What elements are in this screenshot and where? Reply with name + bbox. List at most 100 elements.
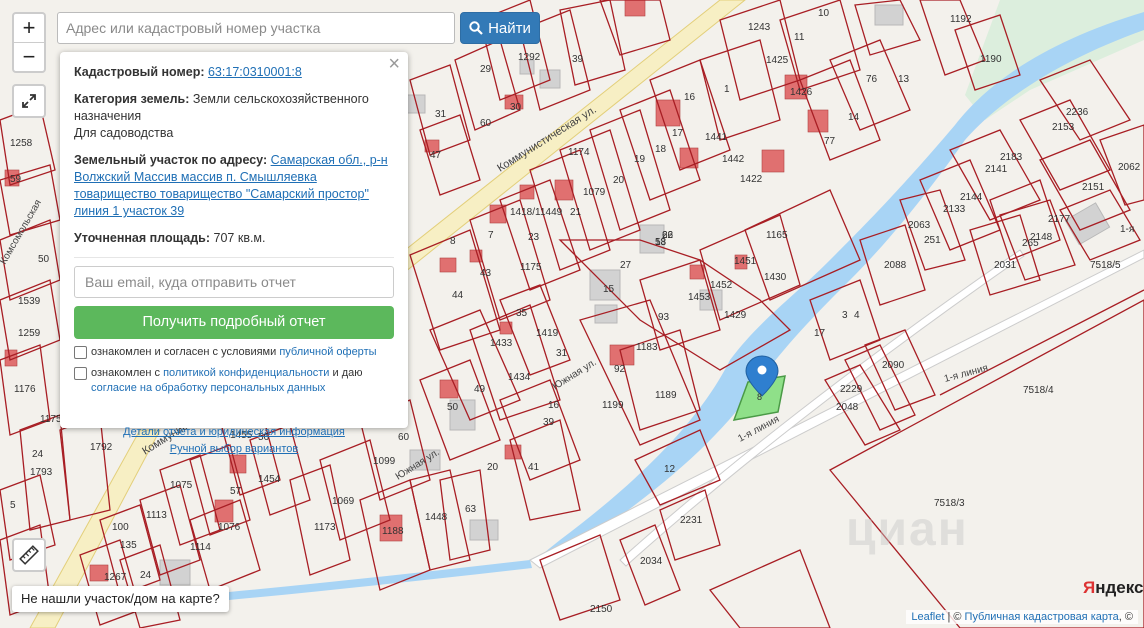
parcel-number-label: 1176 <box>14 384 36 395</box>
parcel-number-label: 43 <box>480 268 492 279</box>
area-value: 707 кв.м. <box>213 231 266 245</box>
parcel-number-label: 13 <box>898 74 910 85</box>
selected-parcel-label: 8 <box>757 392 762 402</box>
parcel-number-label: 1292 <box>518 52 541 63</box>
parcel-number-label: 1419 <box>536 328 559 339</box>
privacy-consent-checkbox[interactable] <box>74 367 87 380</box>
parcel-number-label: 14 <box>848 112 860 123</box>
parcel-number-label: 1076 <box>218 522 241 533</box>
parcel-number-label: 77 <box>824 136 836 147</box>
category-row: Категория земель: Земли сельскохозяйстве… <box>74 91 394 142</box>
parcel-number-label: 60 <box>398 432 410 443</box>
get-report-button[interactable]: Получить подробный отчет <box>74 306 394 339</box>
parcel-number-label: 1430 <box>764 272 787 283</box>
parcel-number-label: 7518/4 <box>1023 385 1054 396</box>
not-found-button[interactable]: Не нашли участок/дом на карте? <box>12 586 229 612</box>
parcel-number-label: 1165 <box>766 230 788 241</box>
parcel-number-label: 1793 <box>30 467 53 478</box>
parcel-number-label: 1259 <box>18 328 41 339</box>
parcel-number-label: 1429 <box>724 310 747 321</box>
email-field[interactable] <box>74 266 394 298</box>
cadastral-number-link[interactable]: 63:17:0310001:8 <box>208 65 302 79</box>
parcel-number-label: 5 <box>10 500 16 511</box>
parcel-number-label: 1113 <box>146 510 167 521</box>
parcel-number-label: 1188 <box>382 526 404 537</box>
personal-data-consent-link[interactable]: согласие на обработку персональных данны… <box>91 382 325 394</box>
privacy-consent-mid: и даю <box>332 367 363 379</box>
privacy-consent-row: ознакомлен с политикой конфиденциальност… <box>74 366 394 396</box>
parcel-number-label: 1075 <box>170 480 193 491</box>
offer-consent-row: ознакомлен и согласен с условиями публич… <box>74 345 394 360</box>
parcel-number-label: 1448 <box>425 512 448 523</box>
measure-button[interactable] <box>12 538 46 572</box>
parcel-number-label: 2144 <box>960 192 983 203</box>
parcel-number-label: 2062 <box>1118 162 1141 173</box>
yandex-logo[interactable]: Яндекс <box>1083 578 1143 598</box>
parcel-number-label: 24 <box>32 449 44 460</box>
parcel-number-label: 30 <box>510 102 522 113</box>
parcel-number-label: 15 <box>603 284 615 295</box>
cadastral-number-row: Кадастровый номер: 63:17:0310001:8 <box>74 64 394 81</box>
parcel-number-label: 29 <box>480 64 492 75</box>
parcel-number-label: 1190 <box>980 54 1002 65</box>
use-value: Для садоводства <box>74 126 174 140</box>
parcel-number-label: 16 <box>548 400 560 411</box>
parcel-number-label: 23 <box>528 232 540 243</box>
parcel-number-label: 2151 <box>1082 182 1105 193</box>
parcel-number-label: 92 <box>614 364 626 375</box>
zoom-out-button[interactable]: − <box>14 42 44 71</box>
parcel-number-label: 2063 <box>908 220 931 231</box>
parcel-number-label: 1243 <box>748 22 771 33</box>
parcel-number-label: 1539 <box>18 296 41 307</box>
parcel-number-label: 19 <box>634 154 646 165</box>
parcel-number-label: 31 <box>556 348 568 359</box>
leaflet-link[interactable]: Leaflet <box>911 611 944 623</box>
parcel-number-label: 20 <box>613 175 625 186</box>
cadastral-map-link[interactable]: Публичная кадастровая карта <box>965 611 1119 623</box>
area-row: Уточненная площадь: 707 кв.м. <box>74 230 394 247</box>
parcel-number-label: 1192 <box>950 14 972 25</box>
parcel-number-label: 2236 <box>1066 107 1089 118</box>
offer-consent-label: ознакомлен и согласен с условиями публич… <box>91 345 377 360</box>
search-button[interactable]: Найти <box>460 12 540 44</box>
parcel-number-label: 1425 <box>766 55 789 66</box>
parcel-number-label: 1449 <box>540 207 563 218</box>
parcel-number-label: 31 <box>435 109 447 120</box>
address-row: Земельный участок по адресу: Самарская о… <box>74 152 394 220</box>
parcel-number-label: 4 <box>854 310 860 321</box>
public-offer-link[interactable]: публичной оферты <box>279 346 376 358</box>
parcel-number-label: 1173 <box>314 522 336 533</box>
parcel-number-label: 20 <box>487 462 499 473</box>
parcel-number-label: 1258 <box>10 138 33 149</box>
yandex-logo-rest: ндекс <box>1095 578 1144 597</box>
parcel-number-label: 1442 <box>722 154 745 165</box>
parcel-number-label: 135 <box>120 540 137 551</box>
parcel-number-label: 49 <box>474 384 486 395</box>
manual-selection-link[interactable]: Ручной выбор вариантов <box>74 441 394 458</box>
parcel-number-label: 2150 <box>590 604 613 615</box>
privacy-policy-link[interactable]: политикой конфиденциальности <box>163 367 329 379</box>
parcel-number-label: 251 <box>924 235 941 246</box>
search-input[interactable] <box>57 12 455 44</box>
close-icon[interactable]: × <box>388 54 400 74</box>
parcel-number-label: 2034 <box>640 556 663 567</box>
offer-consent-checkbox[interactable] <box>74 346 87 359</box>
parcel-number-label: 1 <box>724 84 730 95</box>
parcel-number-label: 12 <box>664 464 676 475</box>
parcel-number-label: 1069 <box>332 496 355 507</box>
panel-links: Детали отчета и юридическая информация Р… <box>74 424 394 458</box>
parcel-number-label: 1426 <box>790 87 813 98</box>
parcel-number-label: 2153 <box>1052 122 1075 133</box>
parcel-number-label: 1-я <box>1120 224 1134 235</box>
fullscreen-button[interactable] <box>12 84 46 118</box>
report-details-link[interactable]: Детали отчета и юридическая информация <box>74 424 394 441</box>
parcel-number-label: 2231 <box>680 515 703 526</box>
parcel-number-label: 3 <box>842 310 848 321</box>
parcel-number-label: 265 <box>1022 238 1039 249</box>
parcel-number-label: 1079 <box>583 187 606 198</box>
parcel-number-label: 21 <box>570 207 582 218</box>
parcel-number-label: 1451 <box>734 256 757 267</box>
parcel-number-label: 44 <box>452 290 464 301</box>
parcel-number-label: 17 <box>814 328 826 339</box>
zoom-in-button[interactable]: + <box>14 14 44 42</box>
